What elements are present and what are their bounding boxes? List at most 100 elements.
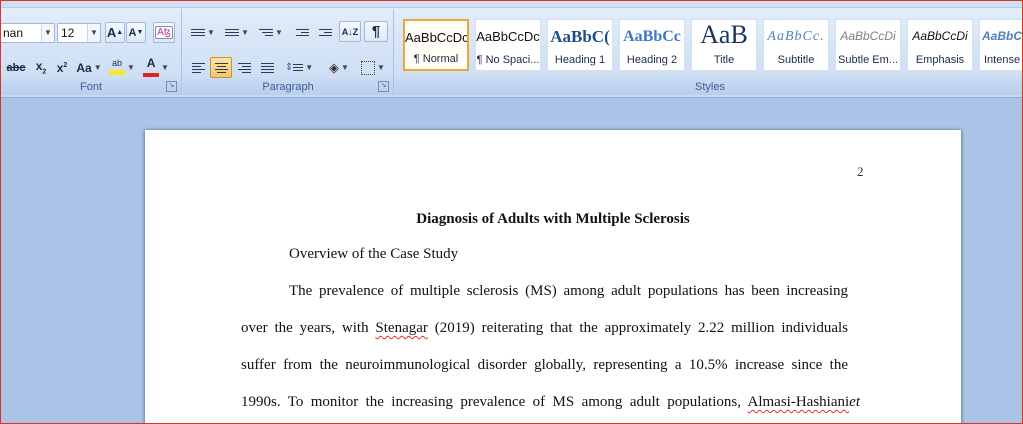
style-normal[interactable]: AaBbCcDc ¶ Normal (403, 19, 469, 71)
show-formatting-marks-button[interactable]: ¶ (364, 21, 388, 42)
multilevel-list-icon (259, 29, 274, 36)
section-heading: Overview of the Case Study (289, 246, 459, 262)
superscript-icon: x2 (56, 60, 68, 75)
style-name: Subtle Em... (838, 54, 898, 66)
style-heading-2[interactable]: AaBbCc Heading 2 (619, 19, 685, 71)
font-group-label: Font (1, 79, 181, 95)
style-title[interactable]: AaB Title (691, 19, 757, 71)
sort-icon: A↓Z (341, 26, 359, 37)
numbering-button[interactable]: ▼ (221, 22, 253, 43)
style-heading-1[interactable]: AaBbC( Heading 1 (547, 19, 613, 71)
spelling-error-word[interactable]: Almasi-Hashiani (748, 394, 850, 410)
line-spacing-icon: ⇕ (284, 62, 294, 73)
ribbon: nan ▼ 12 ▼ A ▲ A ▼ Aꜩ abc x2 x2 Aa ▼ ab … (1, 1, 1022, 98)
shrink-font-icon: A (128, 26, 137, 39)
font-name-combo[interactable]: nan ▼ (1, 23, 55, 43)
word-window: nan ▼ 12 ▼ A ▲ A ▼ Aꜩ abc x2 x2 Aa ▼ ab … (0, 0, 1023, 424)
borders-button[interactable]: ▼ (357, 57, 389, 78)
align-left-button[interactable] (187, 57, 209, 78)
font-name-value: nan (3, 26, 24, 40)
style-name: Heading 1 (554, 54, 606, 66)
style-subtitle[interactable]: AaBbCc. Subtitle (763, 19, 829, 71)
font-dialog-launcher-icon[interactable]: ↘ (166, 81, 177, 92)
style-name: Intense (984, 54, 1021, 66)
paragraph-group-label: Paragraph (183, 79, 393, 95)
style-sample: AaBbCcDi (840, 29, 896, 43)
grow-font-button[interactable]: A ▲ (105, 22, 125, 43)
bullets-icon (191, 29, 206, 36)
style-emphasis[interactable]: AaBbCcDi Emphasis (907, 19, 973, 71)
paint-bucket-icon: ◈ (329, 59, 340, 75)
grow-font-icon: A (106, 25, 117, 40)
font-group: nan ▼ 12 ▼ A ▲ A ▼ Aꜩ abc x2 x2 Aa ▼ ab … (1, 9, 182, 95)
decrease-indent-button[interactable] (291, 22, 313, 43)
increase-indent-button[interactable] (314, 22, 336, 43)
numbering-icon (225, 29, 240, 36)
style-sample: AaBbCc. (767, 29, 825, 44)
style-sample: AaBbCcDi (912, 29, 968, 43)
body-line-1: The prevalence of multiple sclerosis (MS… (289, 283, 848, 299)
change-case-icon: Aa (76, 60, 92, 75)
clear-formatting-button[interactable]: Aꜩ (153, 22, 175, 43)
ribbon-top-strip (1, 1, 1022, 8)
page-number: 2 (857, 164, 864, 179)
spelling-error-word[interactable]: Stenagar (375, 320, 427, 336)
style-subtle-emphasis[interactable]: AaBbCcDi Subtle Em... (835, 19, 901, 71)
font-name-dropdown-icon[interactable]: ▼ (41, 24, 54, 42)
change-case-button[interactable]: Aa ▼ (75, 57, 103, 78)
font-size-combo[interactable]: 12 ▼ (57, 23, 101, 43)
highlight-icon: ab (109, 58, 126, 77)
body-line-2: over the years, with Stenagar (2019) rei… (241, 320, 848, 336)
style-sample: AaB (700, 20, 748, 49)
body-line-4: 1990s. To monitor the increasing prevale… (241, 394, 860, 410)
styles-group-label: Styles (395, 79, 1022, 95)
font-color-icon: A (143, 57, 160, 78)
style-name: Title (713, 54, 735, 66)
paragraph-group: ▼ ▼ ▼ A↓Z ¶ ⇕ ▼ ◈ ▼ ▼ Paragraph ↘ (183, 9, 394, 95)
clear-formatting-icon: Aꜩ (155, 26, 173, 39)
subscript-button[interactable]: x2 (31, 57, 51, 78)
justify-button[interactable] (256, 57, 278, 78)
borders-icon (361, 60, 376, 75)
bullets-button[interactable]: ▼ (187, 22, 219, 43)
style-sample: AaBbCcDc (405, 30, 467, 45)
justify-icon (260, 62, 274, 73)
style-name: ¶ No Spaci... (476, 54, 540, 66)
align-right-button[interactable] (233, 57, 255, 78)
font-color-button[interactable]: A ▼ (141, 57, 171, 78)
align-left-icon (191, 62, 205, 73)
strikethrough-icon: abc (6, 61, 26, 74)
style-sample: AaBbCcDi (982, 29, 1023, 43)
style-no-spacing[interactable]: AaBbCcDc ¶ No Spaci... (475, 19, 541, 71)
multilevel-list-button[interactable]: ▼ (255, 22, 287, 43)
style-sample: AaBbC( (550, 27, 610, 46)
style-name: Heading 2 (626, 54, 678, 66)
pilcrow-icon: ¶ (371, 23, 381, 40)
increase-indent-icon (318, 29, 332, 36)
superscript-button[interactable]: x2 (52, 57, 72, 78)
line-spacing-button[interactable]: ⇕ ▼ (283, 57, 315, 78)
body-line-3: suffer from the neuroimmunological disor… (241, 357, 848, 373)
font-size-value: 12 (61, 26, 75, 40)
decrease-indent-icon (295, 29, 309, 36)
document-title: Diagnosis of Adults with Multiple Sclero… (416, 211, 690, 227)
subscript-icon: x2 (35, 59, 47, 76)
shrink-font-button[interactable]: A ▼ (126, 22, 146, 43)
align-center-icon (214, 62, 228, 73)
highlight-button[interactable]: ab ▼ (107, 57, 137, 78)
styles-gallery: AaBbCcDc ¶ Normal AaBbCcDc ¶ No Spaci...… (399, 15, 1023, 75)
font-size-dropdown-icon[interactable]: ▼ (87, 24, 100, 42)
style-sample: AaBbCcDc (476, 29, 540, 44)
sort-button[interactable]: A↓Z (339, 21, 361, 42)
shading-button[interactable]: ◈ ▼ (323, 57, 355, 78)
align-center-button[interactable] (210, 57, 232, 78)
strikethrough-button[interactable]: abc (1, 57, 31, 78)
style-intense-emphasis[interactable]: AaBbCcDi Intense (979, 19, 1023, 71)
style-name: Subtitle (777, 54, 815, 66)
style-name: ¶ Normal (413, 53, 459, 65)
style-sample: AaBbCc (623, 28, 681, 45)
document-page[interactable]: 2 Diagnosis of Adults with Multiple Scle… (145, 130, 961, 423)
paragraph-dialog-launcher-icon[interactable]: ↘ (378, 81, 389, 92)
align-right-icon (237, 62, 251, 73)
style-name: Emphasis (915, 54, 965, 66)
